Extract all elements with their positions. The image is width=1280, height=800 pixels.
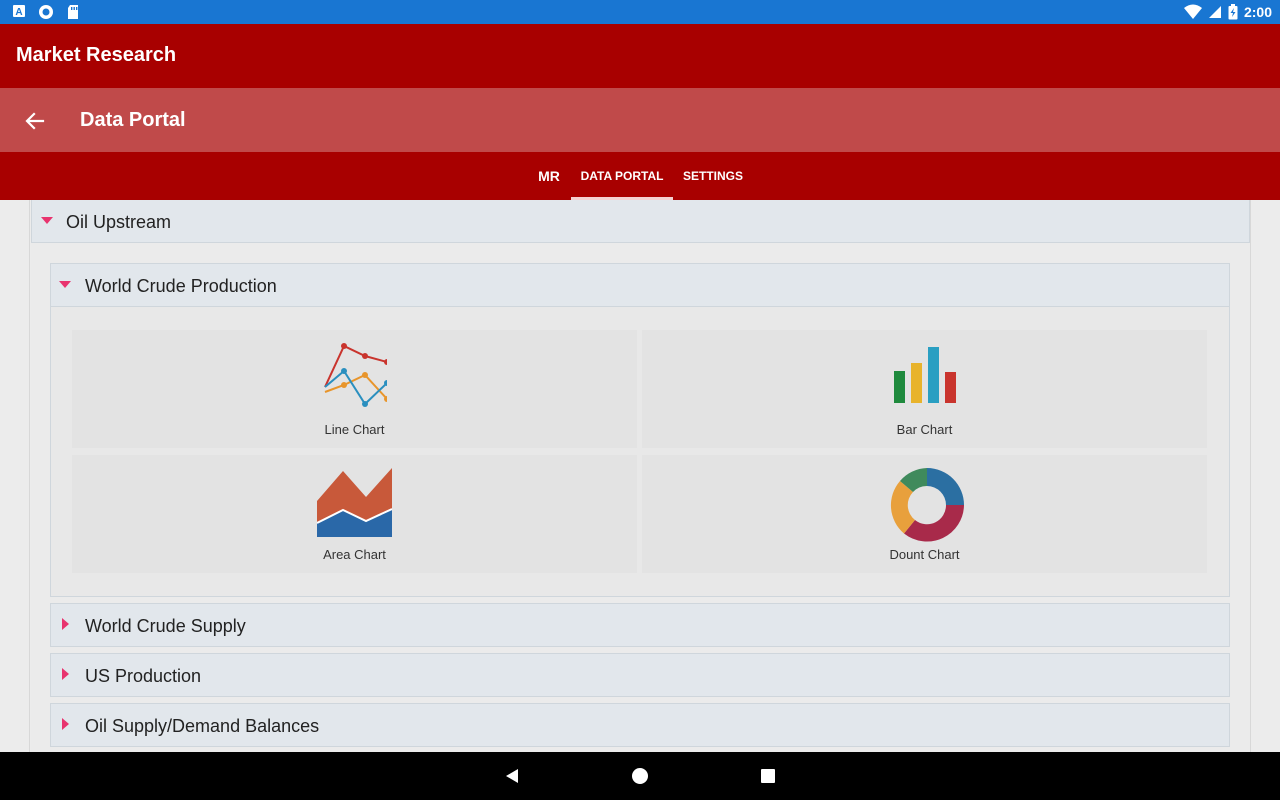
line-chart-icon [324, 343, 387, 407]
bar-chart-icon [894, 347, 956, 403]
section-title: US Production [85, 666, 202, 686]
status-bar: A 2:00 [0, 0, 1280, 24]
line-chart-tile[interactable]: Line Chart [72, 330, 637, 448]
section-header-world-crude-production[interactable]: World Crude Production [50, 263, 1230, 307]
area-chart-tile[interactable]: Area Chart [72, 455, 637, 573]
section-header-oil-supply-demand-balances[interactable]: Oil Supply/Demand Balances [50, 703, 1230, 747]
wifi-icon [1183, 4, 1202, 19]
tile-label: Bar Chart [896, 422, 953, 437]
tile-label: Dount Chart [889, 547, 960, 562]
tab-data-portal[interactable]: DATA PORTAL [571, 152, 673, 200]
page-title: Data Portal [80, 109, 186, 131]
caret-right-icon [62, 718, 69, 730]
app-bar: Market Research [0, 24, 1280, 88]
arrow-back-icon [25, 112, 45, 130]
bar-chart-tile[interactable]: Bar Chart [642, 330, 1207, 448]
caret-right-icon [62, 668, 69, 680]
area-chart-icon [317, 468, 392, 537]
left-gutter [10, 200, 30, 752]
section-title: Oil Upstream [66, 212, 172, 232]
circle-home-icon [632, 768, 648, 784]
svg-text:A: A [15, 7, 22, 18]
caret-down-icon [41, 217, 53, 224]
section-header-us-production[interactable]: US Production [50, 653, 1230, 697]
content-area[interactable]: Oil Upstream World Crude Production Line… [0, 200, 1280, 752]
sub-header-bar: Data Portal [0, 88, 1280, 152]
tab-mr[interactable]: MR [528, 152, 570, 200]
signal-icon [1208, 6, 1221, 18]
nav-recents-button[interactable] [758, 766, 778, 786]
sync-circle-icon [39, 5, 53, 19]
square-recents-icon [761, 769, 775, 783]
section-title: World Crude Supply [85, 616, 246, 636]
system-nav-bar [0, 752, 1280, 800]
caret-down-icon [59, 281, 71, 288]
section-title: World Crude Production [85, 276, 277, 296]
tile-label: Area Chart [323, 547, 386, 562]
tab-bar: MR DATA PORTAL SETTINGS [0, 152, 1280, 200]
triangle-back-icon [506, 769, 518, 783]
status-time: 2:00 [1243, 4, 1272, 20]
sd-card-icon [68, 5, 78, 19]
tile-label: Line Chart [324, 422, 385, 437]
donut-chart-icon [890, 468, 964, 542]
right-gutter [1250, 200, 1270, 752]
nav-back-button[interactable] [502, 766, 522, 786]
battery-charging-icon [1228, 4, 1238, 20]
section-title: Oil Supply/Demand Balances [85, 716, 320, 736]
donut-chart-tile[interactable]: Dount Chart [642, 455, 1207, 573]
world-crude-production-panel: World Crude Production Line Chart Bar Ch… [50, 263, 1230, 597]
tab-settings[interactable]: SETTINGS [673, 152, 753, 200]
section-header-world-crude-supply[interactable]: World Crude Supply [50, 603, 1230, 647]
notification-a-icon: A [13, 5, 25, 18]
nav-home-button[interactable] [630, 766, 650, 786]
app-title: Market Research [16, 44, 177, 66]
caret-right-icon [62, 618, 69, 630]
back-button[interactable] [20, 106, 50, 136]
section-header-oil-upstream[interactable]: Oil Upstream [31, 200, 1250, 243]
